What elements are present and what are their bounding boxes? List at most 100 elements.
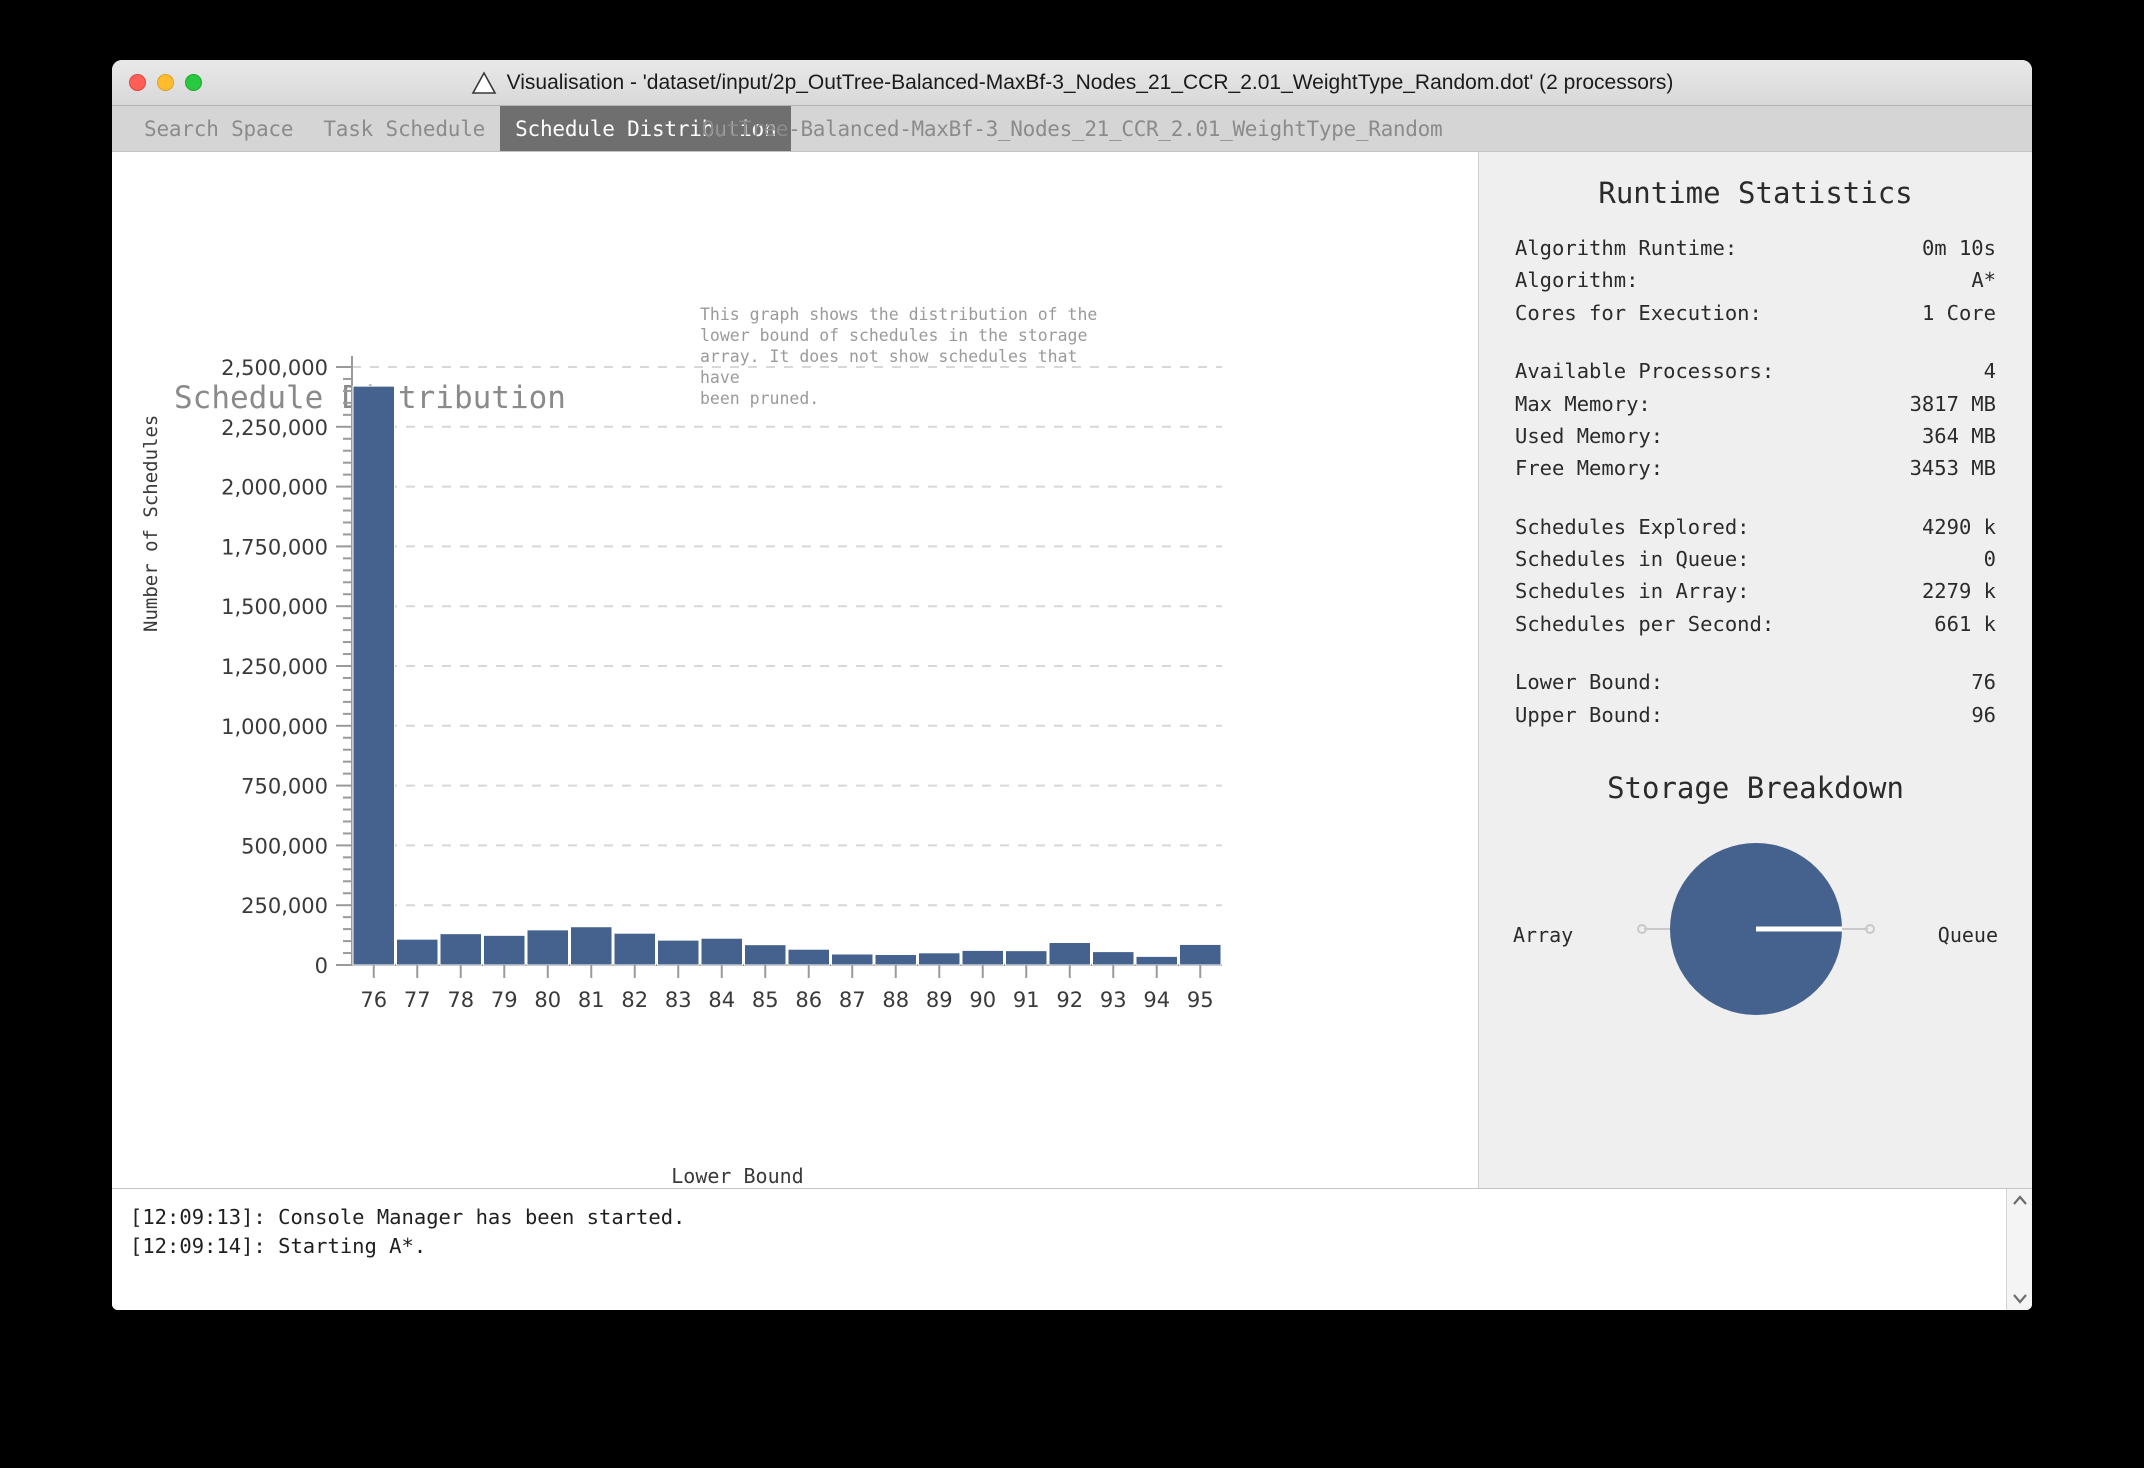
statistics-pane: Runtime Statistics Algorithm Runtime: 0m … [1479,152,2032,1188]
x-axis-tick-label: 95 [1187,988,1214,1012]
x-axis-label-text: Lower Bound [671,1164,804,1188]
x-axis-tick-label: 79 [491,988,518,1012]
x-axis-tick-label: 94 [1143,988,1170,1012]
statistic-key: Algorithm: [1515,268,1639,293]
x-axis-tick-label: 92 [1056,988,1083,1012]
statistic-key: Available Processors: [1515,359,1775,384]
statistic-row: Available Processors: 4 [1515,355,1996,387]
statistic-row: Used Memory: 364 MB [1515,420,1996,452]
x-axis-tick-label: 76 [360,988,387,1012]
tab-task-schedule[interactable]: Task Schedule [308,106,500,151]
bar [657,939,700,966]
statistic-key: Upper Bound: [1515,702,1664,727]
y-axis-label: Number of Schedules [140,414,162,632]
y-axis-tick-label: 0 [315,954,328,978]
statistic-key: Schedules Explored: [1515,514,1750,539]
runtime-statistics-heading: Runtime Statistics [1598,176,1913,210]
statistic-row: Algorithm Runtime: 0m 10s [1515,232,1996,264]
statistic-key: Cores for Execution: [1515,300,1762,325]
statistic-value: 1 Core [1921,300,1996,325]
y-axis-tick-label: 1,250,000 [221,655,328,679]
x-axis-tick-label: 88 [882,988,909,1012]
bar [439,933,482,966]
minimize-button[interactable] [157,74,174,91]
statistic-row: Lower Bound: 76 [1515,666,1996,698]
statistic-value: 0 [1983,547,1996,571]
statistic-value: 4290 k [1921,514,1996,539]
statistic-value: A* [1971,268,1996,293]
y-axis-tick-label: 2,500,000 [221,356,328,380]
bar [1179,943,1222,966]
bar [1092,951,1135,966]
statistics-group: Lower Bound: 76 Upper Bound: 96 [1479,666,2032,731]
title-bar: Visualisation - 'dataset/input/2p_OutTre… [112,60,2032,106]
statistic-key: Schedules in Array: [1515,579,1750,604]
statistic-key: Used Memory: [1515,423,1664,448]
storage-breakdown-heading: Storage Breakdown [1607,770,1904,805]
window-title: Visualisation - 'dataset/input/2p_OutTre… [506,70,1674,94]
bar [744,944,787,966]
application-window: Visualisation - 'dataset/input/2p_OutTre… [112,60,2032,1310]
console-output: [12:09:13]: Console Manager has been sta… [130,1205,686,1259]
statistic-value: 4 [1983,359,1996,384]
statistic-row: Free Memory: 3453 MB [1515,452,1996,484]
statistic-key: Lower Bound: [1515,670,1664,695]
console-scrollbar[interactable] [2006,1189,2032,1310]
statistic-value: 2279 k [1921,579,1996,604]
x-axis-tick-label: 78 [447,988,474,1012]
bar [1005,950,1048,966]
bar [918,952,961,966]
bar [1135,955,1178,966]
bar [787,948,830,966]
bar [961,949,1004,966]
tab-search-space[interactable]: Search Space [129,106,308,151]
traffic-light-controls [129,74,202,91]
bar [831,953,874,966]
statistic-key: Schedules per Second: [1515,611,1775,636]
scroll-up-icon[interactable] [2012,1195,2028,1206]
x-axis-tick-label: 86 [795,988,822,1012]
bar [396,938,439,966]
pie-label-queue: Queue [1937,922,1998,947]
bar-chart-svg: 0 250,000 500,000 750,000 1,000,000 1,250,000… [221,356,1222,1012]
bar [1048,942,1091,966]
bar [613,932,656,966]
bar [352,385,395,966]
triangle-icon [471,70,496,94]
scroll-down-icon[interactable] [2012,1293,2028,1304]
statistic-key: Algorithm Runtime: [1515,236,1738,260]
x-axis-tick-label: 89 [926,988,953,1012]
statistic-value: 96 [1971,702,1996,727]
statistic-key: Max Memory: [1515,391,1651,416]
statistic-key: Free Memory: [1515,456,1664,481]
statistic-row: Schedules Explored: 4290 k [1515,511,1996,543]
chart-pane: Schedule Distribution This graph shows t… [112,152,1479,1188]
statistic-row: Cores for Execution: 1 Core [1515,297,1996,329]
statistic-row: Schedules per Second: 661 k [1515,608,1996,640]
x-axis-tick-label: 90 [969,988,996,1012]
y-axis-tick-label: 250,000 [241,894,328,918]
statistics-list: Algorithm Runtime: 0m 10s Algorithm: A* Core… [1479,232,2032,731]
y-axis-tick-label: 1,750,000 [221,535,328,559]
bar [483,934,526,966]
statistic-key: Schedules in Queue: [1515,547,1750,571]
y-axis-tick-label: 2,000,000 [221,476,328,500]
statistic-value: 76 [1971,670,1996,695]
statistic-row: Schedules in Array: 2279 k [1515,575,1996,607]
statistic-value: 661 k [1934,611,1996,636]
x-axis-tick-label: 83 [665,988,692,1012]
x-axis-tick-label: 77 [404,988,431,1012]
statistics-group: Algorithm Runtime: 0m 10s Algorithm: A* Core… [1479,232,2032,329]
zoom-button[interactable] [185,74,202,91]
y-axis-tick-label: 1,000,000 [221,715,328,739]
close-button[interactable] [129,74,146,91]
statistic-row: Algorithm: A* [1515,264,1996,296]
y-axis-tick-label: 500,000 [241,834,328,858]
statistic-value: 3817 MB [1909,391,1996,416]
bar [570,926,613,966]
tab-schedule-distribution[interactable]: Schedule Distribution [500,106,792,151]
console-panel: [12:09:13]: Console Manager has been sta… [112,1188,2032,1310]
x-axis-tick-label: 80 [534,988,561,1012]
x-axis-tick-label: 93 [1100,988,1127,1012]
statistic-value: 364 MB [1921,423,1996,448]
